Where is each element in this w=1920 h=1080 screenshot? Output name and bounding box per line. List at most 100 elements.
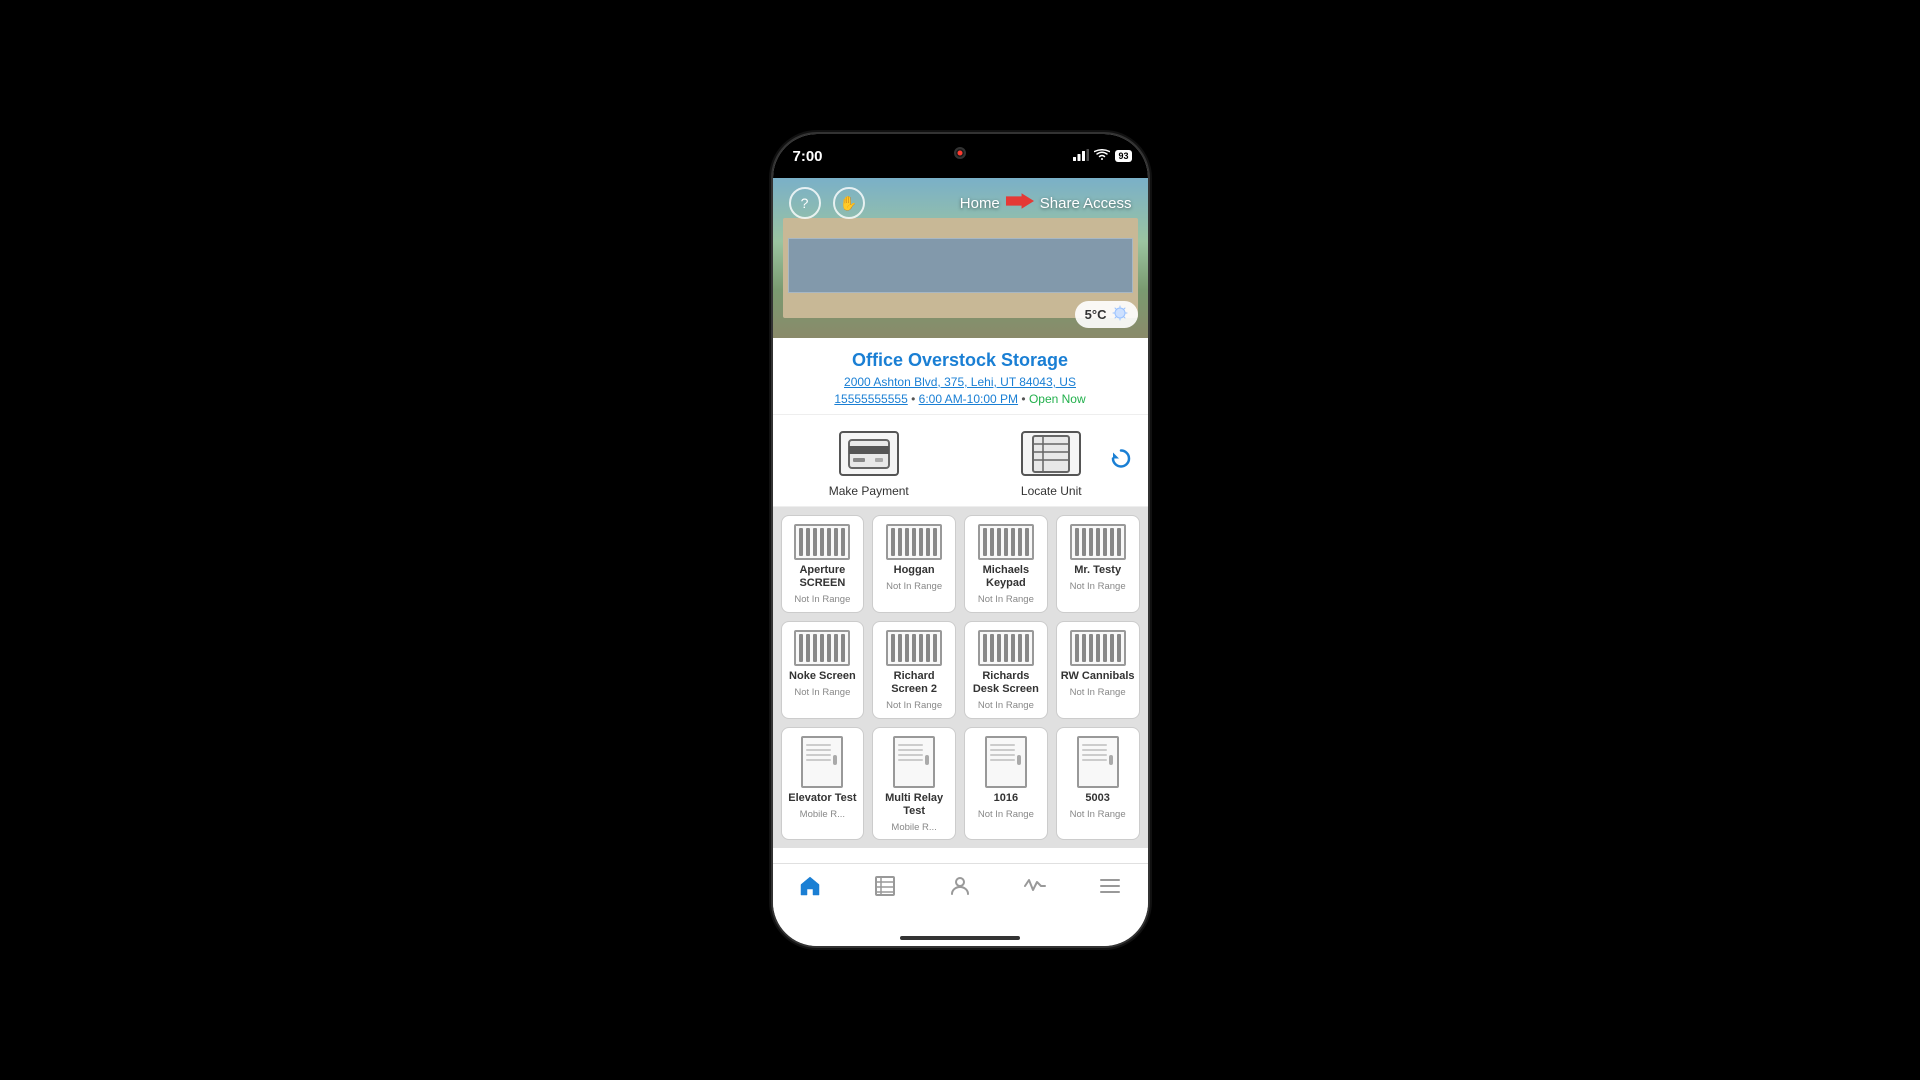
share-access-nav-label[interactable]: Share Access: [1040, 195, 1132, 212]
gate-icon-michaels: [978, 524, 1034, 560]
device-card-rw[interactable]: RW Cannibals Not In Range: [1056, 621, 1140, 719]
door-icon-elevator: [801, 736, 843, 788]
open-status: Open Now: [1029, 392, 1086, 406]
device-status-noke: Not In Range: [794, 687, 850, 698]
location-hours: 15555555555 • 6:00 AM-10:00 PM • Open No…: [789, 392, 1132, 406]
device-status-richards-desk: Not In Range: [978, 700, 1034, 711]
device-card-noke[interactable]: Noke Screen Not In Range: [781, 621, 865, 719]
hand-icon: ✋: [840, 195, 857, 212]
locate-unit-button[interactable]: Locate Unit: [975, 431, 1128, 498]
device-name-5003: 5003: [1085, 792, 1109, 805]
temperature-badge: 5°C: [1075, 301, 1138, 328]
location-hours-text[interactable]: 6:00 AM-10:00 PM: [919, 392, 1018, 406]
gate-icon-hoggan: [886, 524, 942, 560]
tab-activity[interactable]: [1005, 874, 1065, 904]
question-icon: ?: [801, 195, 809, 211]
door-icon-5003: [1077, 736, 1119, 788]
status-notch: [895, 138, 1025, 168]
scrollable-content: Office Overstock Storage 2000 Ashton Blv…: [773, 338, 1148, 946]
locate-icon: [1021, 431, 1081, 476]
gate-icon-richards-desk: [978, 630, 1034, 666]
device-name-hoggan: Hoggan: [894, 564, 935, 577]
device-status-aperture: Not In Range: [794, 594, 850, 605]
device-name-mrtesty: Mr. Testy: [1074, 564, 1121, 577]
device-status-michaels: Not In Range: [978, 594, 1034, 605]
home-nav-label: Home: [960, 195, 1000, 212]
device-name-rw: RW Cannibals: [1061, 670, 1135, 683]
gate-icon-aperture: [794, 524, 850, 560]
weather-icon: [1112, 305, 1128, 324]
device-card-1016[interactable]: 1016 Not In Range: [964, 727, 1048, 841]
device-name-aperture: Aperture SCREEN: [786, 564, 860, 590]
make-payment-button[interactable]: Make Payment: [793, 431, 946, 498]
device-name-1016: 1016: [994, 792, 1018, 805]
location-address[interactable]: 2000 Ashton Blvd, 375, Lehi, UT 84043, U…: [789, 375, 1132, 389]
device-card-michaels[interactable]: Michaels Keypad Not In Range: [964, 515, 1048, 613]
door-icon-multirelay: [893, 736, 935, 788]
gate-icon-richard2: [886, 630, 942, 666]
device-status-multirelay: Mobile R...: [891, 822, 936, 833]
account-tab-icon: [948, 874, 972, 904]
make-payment-label: Make Payment: [829, 484, 909, 498]
device-status-5003: Not In Range: [1070, 809, 1126, 820]
device-card-elevator[interactable]: Elevator Test Mobile R...: [781, 727, 865, 841]
home-tab-icon: [798, 874, 822, 904]
status-time: 7:00: [793, 148, 823, 165]
gate-icon-mrtesty: [1070, 524, 1126, 560]
door-icon-1016: [985, 736, 1027, 788]
wifi-icon: [1094, 149, 1110, 164]
tab-home[interactable]: [780, 874, 840, 904]
device-name-elevator: Elevator Test: [788, 792, 856, 805]
gate-icon-noke: [794, 630, 850, 666]
help-button[interactable]: ?: [789, 187, 821, 219]
temperature-value: 5°C: [1085, 307, 1107, 322]
tab-account[interactable]: [930, 874, 990, 904]
nav-arrow-icon: [1006, 191, 1034, 215]
device-name-michaels: Michaels Keypad: [969, 564, 1043, 590]
signal-icon: [1073, 149, 1089, 164]
tab-more[interactable]: [1080, 874, 1140, 904]
location-name: Office Overstock Storage: [789, 350, 1132, 371]
device-name-richards-desk: Richards Desk Screen: [969, 670, 1043, 696]
status-icons: 93: [1073, 149, 1131, 164]
units-tab-icon: [873, 874, 897, 904]
device-card-hoggan[interactable]: Hoggan Not In Range: [872, 515, 956, 613]
device-card-aperture[interactable]: Aperture SCREEN Not In Range: [781, 515, 865, 613]
gate-icon-rw: [1070, 630, 1126, 666]
separator2: •: [1021, 392, 1029, 406]
location-phone[interactable]: 15555555555: [834, 392, 907, 406]
action-buttons: Make Payment Locate Unit: [773, 415, 1148, 506]
device-name-richard2: Richard Screen 2: [877, 670, 951, 696]
action-row: Make Payment Locate Unit: [773, 415, 1148, 507]
device-status-hoggan: Not In Range: [886, 581, 942, 592]
device-status-rw: Not In Range: [1070, 687, 1126, 698]
device-grid: Aperture SCREEN Not In Range Hoggan Not …: [773, 507, 1148, 848]
gesture-button[interactable]: ✋: [833, 187, 865, 219]
device-name-multirelay: Multi Relay Test: [877, 792, 951, 818]
tab-bar: [773, 863, 1148, 946]
device-card-multirelay[interactable]: Multi Relay Test Mobile R...: [872, 727, 956, 841]
location-info: Office Overstock Storage 2000 Ashton Blv…: [773, 338, 1148, 415]
device-status-mrtesty: Not In Range: [1070, 581, 1126, 592]
device-card-richard2[interactable]: Richard Screen 2 Not In Range: [872, 621, 956, 719]
device-card-5003[interactable]: 5003 Not In Range: [1056, 727, 1140, 841]
locate-unit-label: Locate Unit: [1021, 484, 1082, 498]
nav-breadcrumb: Home Share Access: [960, 191, 1132, 215]
camera-dot: [954, 147, 966, 159]
nav-bar: ? ✋ Home Share Access: [773, 178, 1148, 228]
device-status-elevator: Mobile R...: [800, 809, 845, 820]
payment-icon: [839, 431, 899, 476]
refresh-button[interactable]: [1110, 447, 1132, 474]
home-indicator: [900, 936, 1020, 940]
separator1: •: [911, 392, 919, 406]
more-tab-icon: [1098, 874, 1122, 904]
status-bar: 7:00 93: [773, 134, 1148, 178]
device-card-richards-desk[interactable]: Richards Desk Screen Not In Range: [964, 621, 1048, 719]
device-card-mrtesty[interactable]: Mr. Testy Not In Range: [1056, 515, 1140, 613]
device-name-noke: Noke Screen: [789, 670, 856, 683]
device-status-richard2: Not In Range: [886, 700, 942, 711]
tab-units[interactable]: [855, 874, 915, 904]
activity-tab-icon: [1023, 874, 1047, 904]
battery-badge: 93: [1115, 150, 1131, 162]
device-status-1016: Not In Range: [978, 809, 1034, 820]
